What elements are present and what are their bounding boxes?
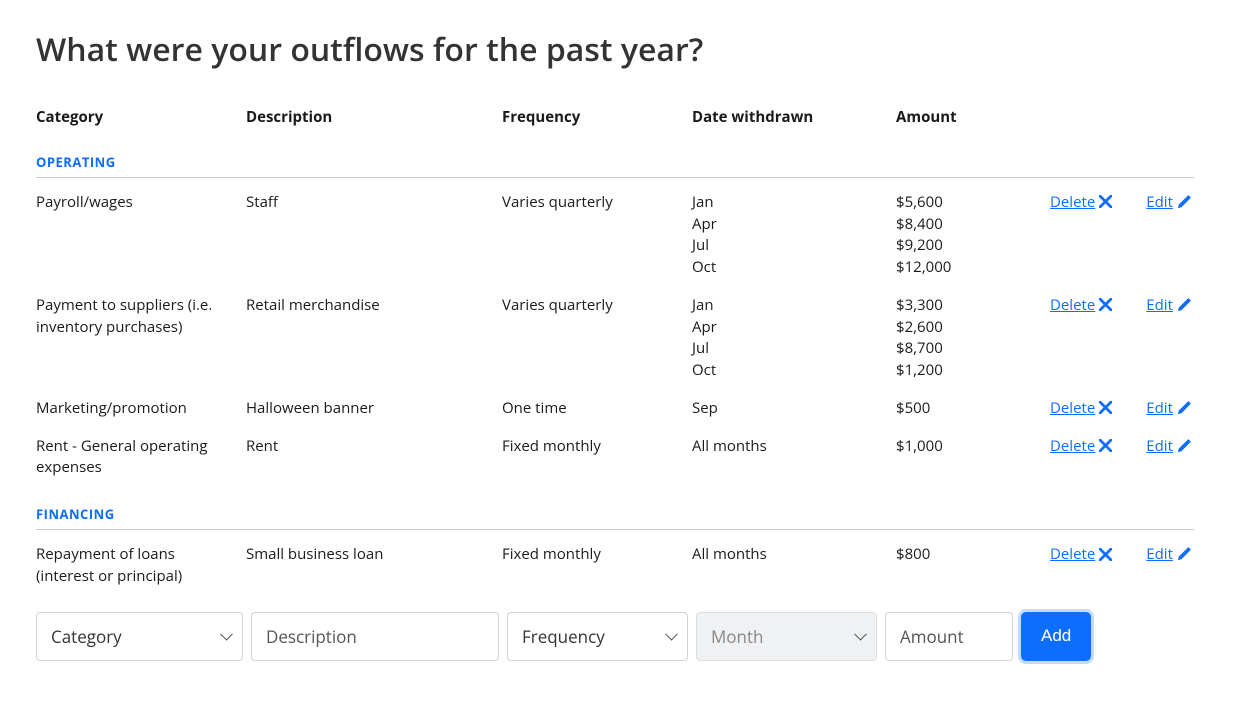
edit-button[interactable]: Edit [1146, 192, 1191, 212]
pencil-icon [1177, 401, 1191, 415]
description-input[interactable] [251, 612, 499, 661]
cell-date: Sep [692, 398, 896, 420]
cell-category: Repayment of loans (interest or principa… [36, 544, 246, 588]
cell-amount: $800 [896, 544, 1050, 566]
pencil-icon [1177, 195, 1191, 209]
cell-description: Small business loan [246, 544, 502, 566]
table-header-row: Category Description Frequency Date with… [36, 107, 1194, 153]
cell-frequency: Varies quarterly [502, 295, 692, 317]
edit-button[interactable]: Edit [1146, 295, 1191, 315]
table-row: Payment to suppliers (i.e. inventory pur… [36, 281, 1194, 384]
col-header-frequency: Frequency [502, 107, 692, 129]
edit-button[interactable]: Edit [1146, 436, 1191, 456]
cell-category: Payroll/wages [36, 192, 246, 214]
col-header-amount: Amount [896, 107, 1050, 129]
amount-input[interactable] [885, 612, 1013, 661]
cell-category: Payment to suppliers (i.e. inventory pur… [36, 295, 246, 339]
frequency-select[interactable]: Frequency [507, 612, 688, 661]
cell-date: JanAprJulOct [692, 192, 896, 279]
cell-amount: $3,300$2,600$8,700$1,200 [896, 295, 1050, 382]
table-row: Marketing/promotionHalloween bannerOne t… [36, 384, 1194, 422]
pencil-icon [1177, 547, 1191, 561]
page-title: What were your outflows for the past yea… [36, 28, 1202, 71]
edit-button[interactable]: Edit [1146, 544, 1191, 564]
cell-category: Marketing/promotion [36, 398, 246, 420]
cell-date: All months [692, 436, 896, 458]
cell-date: All months [692, 544, 896, 566]
col-header-category: Category [36, 107, 246, 129]
delete-button[interactable]: Delete [1050, 192, 1112, 212]
add-outflow-form: Category Frequency Month Add [36, 612, 1202, 661]
add-button[interactable]: Add [1021, 612, 1091, 661]
table-row: Rent - General operating expensesRentFix… [36, 422, 1194, 482]
cell-date: JanAprJulOct [692, 295, 896, 382]
category-select[interactable]: Category [36, 612, 243, 661]
edit-button[interactable]: Edit [1146, 398, 1191, 418]
section-label: OPERATING [36, 153, 1194, 178]
row-actions: Delete Edit [1050, 436, 1197, 456]
delete-button[interactable]: Delete [1050, 544, 1112, 564]
delete-button[interactable]: Delete [1050, 436, 1112, 456]
cell-frequency: One time [502, 398, 692, 420]
row-actions: Delete Edit [1050, 544, 1197, 564]
row-actions: Delete Edit [1050, 398, 1197, 418]
delete-button[interactable]: Delete [1050, 295, 1112, 315]
close-icon [1099, 439, 1112, 452]
close-icon [1099, 195, 1112, 208]
row-actions: Delete Edit [1050, 192, 1197, 212]
section-label: FINANCING [36, 505, 1194, 530]
cell-description: Retail merchandise [246, 295, 502, 317]
cell-description: Rent [246, 436, 502, 458]
close-icon [1099, 401, 1112, 414]
close-icon [1099, 548, 1112, 561]
close-icon [1099, 298, 1112, 311]
cell-description: Staff [246, 192, 502, 214]
pencil-icon [1177, 298, 1191, 312]
cell-amount: $500 [896, 398, 1050, 420]
table-row: Repayment of loans (interest or principa… [36, 530, 1194, 590]
cell-description: Halloween banner [246, 398, 502, 420]
col-header-description: Description [246, 107, 502, 129]
delete-button[interactable]: Delete [1050, 398, 1112, 418]
cell-frequency: Fixed monthly [502, 544, 692, 566]
table-row: Payroll/wagesStaffVaries quarterlyJanApr… [36, 178, 1194, 281]
cell-amount: $5,600$8,400$9,200$12,000 [896, 192, 1050, 279]
month-select[interactable]: Month [696, 612, 877, 661]
row-actions: Delete Edit [1050, 295, 1197, 315]
cell-category: Rent - General operating expenses [36, 436, 246, 480]
cell-frequency: Varies quarterly [502, 192, 692, 214]
pencil-icon [1177, 439, 1191, 453]
cell-frequency: Fixed monthly [502, 436, 692, 458]
outflows-table: Category Description Frequency Date with… [36, 107, 1194, 590]
col-header-date: Date withdrawn [692, 107, 896, 129]
cell-amount: $1,000 [896, 436, 1050, 458]
